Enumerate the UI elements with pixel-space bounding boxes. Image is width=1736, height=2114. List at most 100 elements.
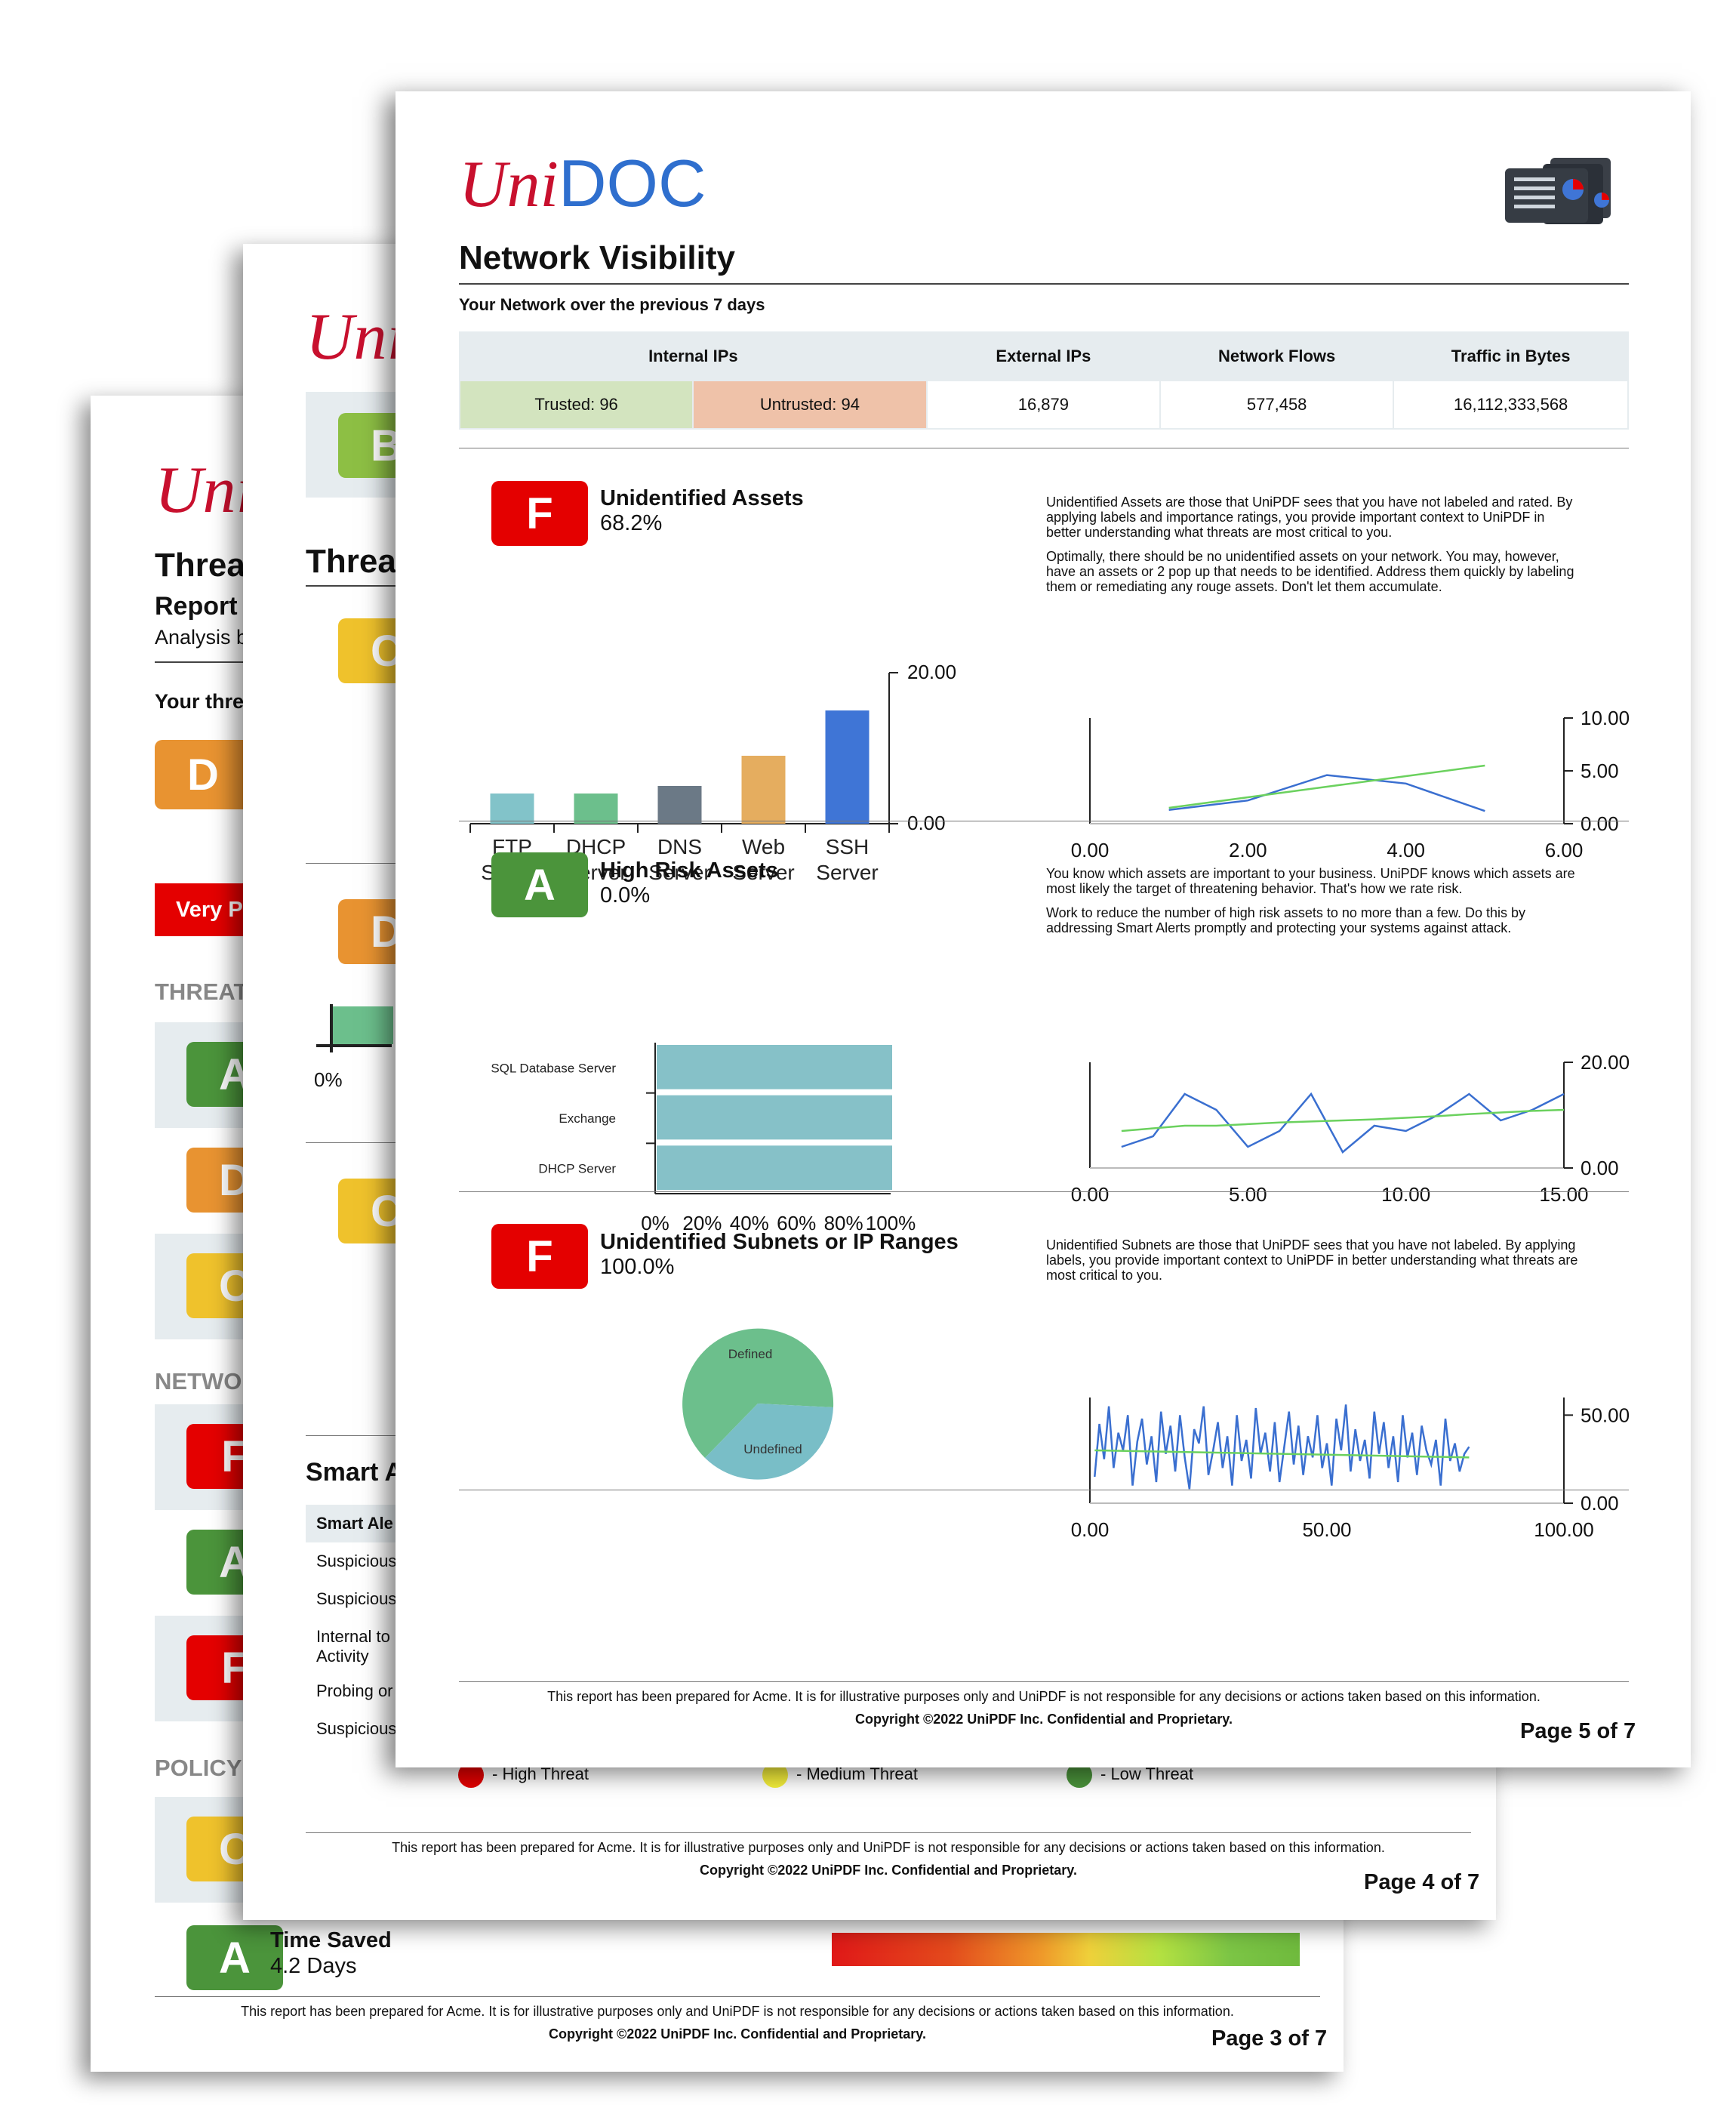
high-risk-assets-value: 0.0%	[600, 883, 651, 908]
network-stats-table: Internal IPs External IPs Network Flows …	[458, 331, 1629, 430]
alert-row: Probing or	[316, 1681, 393, 1700]
bar	[657, 1145, 892, 1190]
col-traffic-bytes: Traffic in Bytes	[1393, 331, 1629, 381]
bar	[825, 710, 870, 824]
high-risk-assets-desc: You know which assets are important to y…	[1046, 866, 1635, 935]
y-tick-label: 20.00	[1581, 1051, 1630, 1074]
desc-line: Work to reduce the number of high risk a…	[1046, 905, 1525, 920]
page-number: Page 4 of 7	[1364, 1870, 1480, 1894]
y-tick-label: 10.00	[1581, 707, 1630, 729]
external-ips-value: 16,879	[925, 380, 1162, 430]
bar	[657, 786, 702, 824]
high-risk-assets-title: High Risk Assets	[600, 858, 778, 883]
x-tick-label: 6.00	[1545, 839, 1584, 861]
series-line-2	[1168, 764, 1485, 809]
desc-line: Unidentified Subnets are those that UniP…	[1046, 1237, 1576, 1253]
desc-line: You know which assets are important to y…	[1046, 866, 1575, 881]
your-threat-label: Your thre	[155, 690, 245, 713]
axis-label: 0%	[314, 1068, 343, 1091]
trusted-cell: Trusted: 96	[458, 380, 694, 430]
unidentified-assets-value: 68.2%	[600, 511, 663, 535]
y-tick-label: Exchange	[559, 1111, 616, 1126]
alert-row: Suspicious	[316, 1589, 397, 1608]
x-tick-label: Web	[742, 835, 785, 858]
divider	[459, 1191, 1629, 1192]
footer-copyright: Copyright ©2022 UniPDF Inc. Confidential…	[699, 1863, 1077, 1878]
bar	[741, 756, 786, 824]
page-number: Page 5 of 7	[1520, 1719, 1636, 1743]
section-network: NETWO	[155, 1368, 242, 1394]
axis-line	[316, 1044, 392, 1047]
footer-disclaimer: This report has been prepared for Acme. …	[392, 1840, 1385, 1855]
unidentified-subnets-pie-chart: Defined Undefined	[682, 1328, 834, 1480]
alert-row: Activity	[316, 1647, 369, 1666]
unidentified-subnets-grade: F	[491, 1224, 588, 1289]
y-tick-label: 0.00	[1581, 1157, 1619, 1179]
y-tick-label: 0.00	[1581, 812, 1619, 835]
page-number: Page 3 of 7	[1211, 2026, 1328, 2051]
unidoc-logo: UniDOC	[459, 146, 706, 221]
footer-divider	[306, 1832, 1471, 1833]
y-tick-label: 20.00	[907, 661, 956, 683]
x-tick-label: 5.00	[1229, 1183, 1267, 1206]
pie-label: Defined	[728, 1347, 773, 1361]
alert-row: Suspicious	[316, 1719, 397, 1738]
x-tick-label: 4.00	[1387, 839, 1425, 861]
time-saved-value: 4.2 Days	[270, 1954, 357, 1978]
y-tick-label: 0.00	[1581, 1492, 1619, 1515]
analysis-text: Analysis b	[155, 626, 248, 649]
unidentified-subnets-title: Unidentified Subnets or IP Ranges	[600, 1230, 959, 1254]
x-tick-label: 0.00	[1071, 1183, 1110, 1206]
x-tick-label: 10.00	[1381, 1183, 1430, 1206]
x-tick-label: SSH	[826, 835, 870, 858]
bar	[574, 794, 618, 824]
unidoc-logo: Uni	[306, 300, 405, 374]
pie-label: Undefined	[743, 1442, 802, 1456]
traffic-bytes-value: 16,112,333,568	[1393, 380, 1629, 430]
report-documents-icon	[1505, 158, 1611, 224]
desc-line: Optimally, there should be no unidentifi…	[1046, 549, 1559, 564]
high-risk-assets-hbar-chart: SQL Database ServerExchangeDHCP Server0%…	[491, 1043, 916, 1234]
network-flows-value: 577,458	[1159, 380, 1395, 430]
progress-bar-fill	[333, 1006, 393, 1044]
footer-disclaimer: This report has been prepared for Acme. …	[547, 1689, 1541, 1704]
footer-disclaimer: This report has been prepared for Acme. …	[241, 2004, 1234, 2019]
unidentified-assets-desc: Unidentified Assets are those that UniPD…	[1046, 495, 1635, 594]
alert-row: Suspicious	[316, 1552, 397, 1570]
col-internal-ips: Internal IPs	[459, 331, 928, 381]
y-tick-label: 0.00	[907, 812, 946, 834]
x-tick-label: 0.00	[1071, 839, 1110, 861]
unidentified-assets-title: Unidentified Assets	[600, 486, 804, 510]
threat-grade-badge: D	[155, 740, 251, 809]
section-threat: THREAT	[155, 978, 248, 1005]
desc-line: applying labels and importance ratings, …	[1046, 510, 1545, 525]
desc-line: Unidentified Assets are those that UniPD…	[1046, 495, 1573, 510]
x-tick-label: 100.00	[1534, 1518, 1594, 1541]
footer-copyright: Copyright ©2022 UniPDF Inc. Confidential…	[548, 2026, 926, 2042]
report-subtitle: Report	[155, 592, 238, 621]
desc-line: most likely the target of threatening be…	[1046, 881, 1463, 896]
desc-line: most critical to you.	[1046, 1268, 1163, 1283]
time-saved-title: Time Saved	[270, 1928, 392, 1952]
unidentified-assets-grade: F	[491, 481, 588, 546]
page-title: Threa	[155, 547, 245, 584]
bar	[657, 1095, 892, 1140]
report-page-5: UniDOC Network Visibility Your Network o…	[396, 91, 1691, 1767]
untrusted-cell: Untrusted: 94	[692, 380, 928, 430]
page-subtitle: Your Network over the previous 7 days	[459, 295, 765, 314]
series-line-1	[1094, 1404, 1470, 1490]
col-external-ips: External IPs	[925, 331, 1162, 381]
alert-row: Internal to	[316, 1627, 390, 1646]
series-line-2	[1121, 1108, 1565, 1132]
y-tick-label: 50.00	[1581, 1404, 1630, 1426]
y-tick-label: SQL Database Server	[491, 1061, 616, 1075]
high-risk-assets-line-chart: 0.00 20.00 0.00 5.00 10.00 15.00	[1071, 1051, 1630, 1206]
desc-line: addressing Smart Alerts promptly and pro…	[1046, 920, 1512, 935]
unidentified-assets-line-chart: 0.00 5.00 10.00 0.00 2.00 4.00 6.00	[1071, 707, 1630, 861]
unidentified-subnets-desc: Unidentified Subnets are those that UniP…	[1046, 1237, 1635, 1283]
high-risk-assets-grade: A	[491, 852, 588, 917]
desc-line: have an assets or 2 pop up that needs to…	[1046, 564, 1574, 579]
time-saved-grade: A	[186, 1925, 283, 1990]
smart-alerts-title: Smart A	[306, 1458, 404, 1487]
x-tick-label: 0.00	[1071, 1518, 1110, 1541]
